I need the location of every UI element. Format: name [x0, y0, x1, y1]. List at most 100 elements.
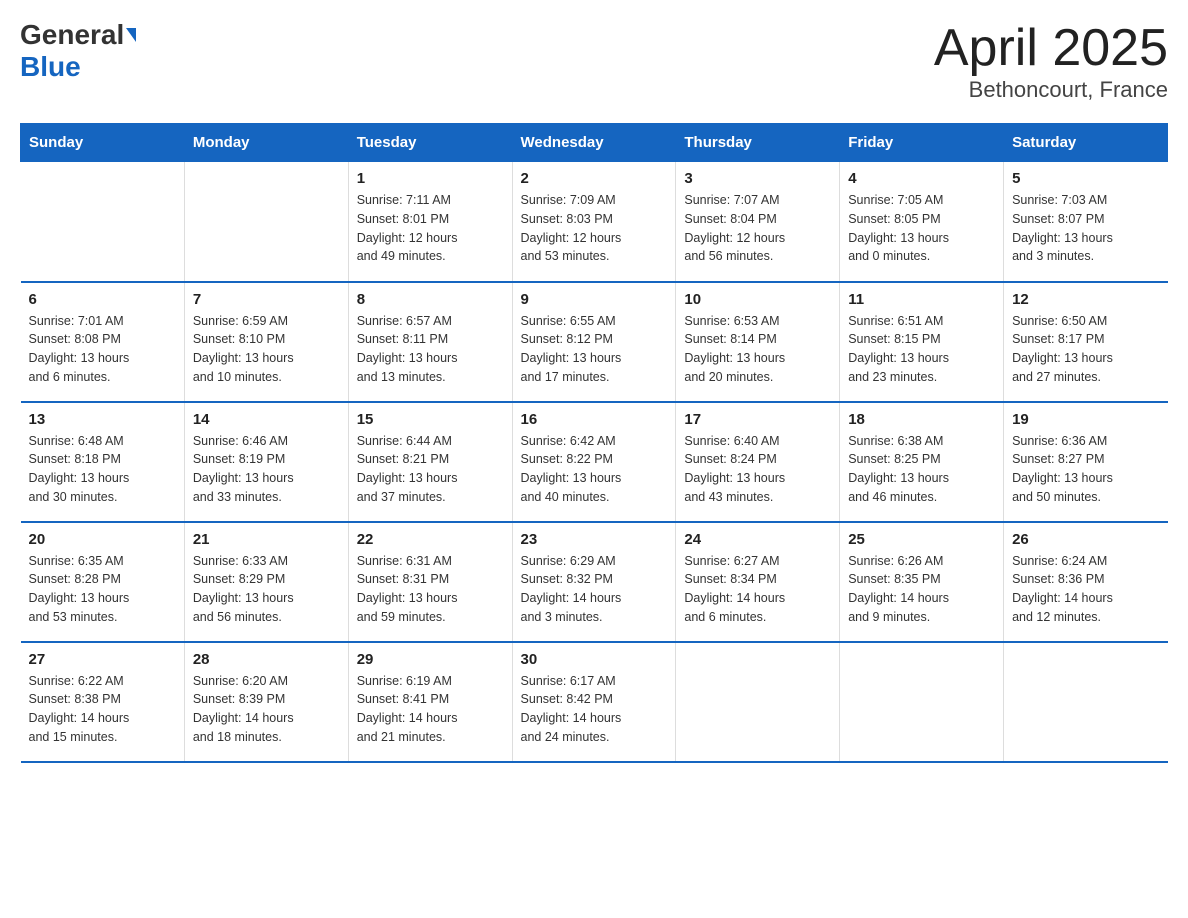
- day-info: Sunrise: 6:27 AM Sunset: 8:34 PM Dayligh…: [684, 552, 831, 627]
- day-number: 20: [29, 531, 176, 548]
- day-info: Sunrise: 6:24 AM Sunset: 8:36 PM Dayligh…: [1012, 552, 1159, 627]
- calendar-body: 1Sunrise: 7:11 AM Sunset: 8:01 PM Daylig…: [21, 162, 1168, 762]
- day-info: Sunrise: 6:42 AM Sunset: 8:22 PM Dayligh…: [521, 432, 668, 507]
- day-number: 10: [684, 291, 831, 308]
- day-info: Sunrise: 6:35 AM Sunset: 8:28 PM Dayligh…: [29, 552, 176, 627]
- day-number: 13: [29, 411, 176, 428]
- calendar-cell: 10 Sunrise: 6:53 AM Sunset: 8:14 PM Dayli…: [676, 282, 840, 402]
- calendar-cell: [21, 162, 185, 282]
- weekday-header-wednesday: Wednesday: [512, 124, 676, 162]
- calendar-cell: 30 Sunrise: 6:17 AM Sunset: 8:42 PM Dayli…: [512, 642, 676, 762]
- logo: General Blue: [20, 20, 136, 83]
- calendar-cell: 25 Sunrise: 6:26 AM Sunset: 8:35 PM Dayli…: [840, 522, 1004, 642]
- day-info: Sunrise: 6:31 AM Sunset: 8:31 PM Dayligh…: [357, 552, 504, 627]
- day-number: 4: [848, 170, 995, 187]
- day-info: Sunrise: 6:29 AM Sunset: 8:32 PM Dayligh…: [521, 552, 668, 627]
- weekday-header-saturday: Saturday: [1004, 124, 1168, 162]
- calendar-cell: 12 Sunrise: 6:50 AM Sunset: 8:17 PM Dayli…: [1004, 282, 1168, 402]
- day-number: 25: [848, 531, 995, 548]
- calendar-cell: 21Sunrise: 6:33 AM Sunset: 8:29 PM Dayli…: [184, 522, 348, 642]
- page-subtitle: Bethoncourt, France: [934, 77, 1168, 103]
- calendar-header: SundayMondayTuesdayWednesdayThursdayFrid…: [21, 124, 1168, 162]
- page-title: April 2025: [934, 20, 1168, 77]
- weekday-header-thursday: Thursday: [676, 124, 840, 162]
- calendar-cell: 4 Sunrise: 7:05 AM Sunset: 8:05 PM Daylig…: [840, 162, 1004, 282]
- day-info: Sunrise: 6:46 AM Sunset: 8:19 PM Dayligh…: [193, 432, 340, 507]
- day-info: Sunrise: 6:40 AM Sunset: 8:24 PM Dayligh…: [684, 432, 831, 507]
- calendar-cell: 1Sunrise: 7:11 AM Sunset: 8:01 PM Daylig…: [348, 162, 512, 282]
- day-number: 5: [1012, 170, 1159, 187]
- header-row: SundayMondayTuesdayWednesdayThursdayFrid…: [21, 124, 1168, 162]
- day-info: Sunrise: 6:51 AM Sunset: 8:15 PM Dayligh…: [848, 312, 995, 387]
- calendar-cell: 29Sunrise: 6:19 AM Sunset: 8:41 PM Dayli…: [348, 642, 512, 762]
- calendar-cell: 13 Sunrise: 6:48 AM Sunset: 8:18 PM Dayli…: [21, 402, 185, 522]
- day-number: 23: [521, 531, 668, 548]
- calendar-cell: 9Sunrise: 6:55 AM Sunset: 8:12 PM Daylig…: [512, 282, 676, 402]
- day-number: 24: [684, 531, 831, 548]
- calendar-cell: 23 Sunrise: 6:29 AM Sunset: 8:32 PM Dayli…: [512, 522, 676, 642]
- calendar-cell: 19 Sunrise: 6:36 AM Sunset: 8:27 PM Dayli…: [1004, 402, 1168, 522]
- day-number: 8: [357, 291, 504, 308]
- day-info: Sunrise: 6:50 AM Sunset: 8:17 PM Dayligh…: [1012, 312, 1159, 387]
- day-info: Sunrise: 6:53 AM Sunset: 8:14 PM Dayligh…: [684, 312, 831, 387]
- weekday-header-tuesday: Tuesday: [348, 124, 512, 162]
- weekday-header-monday: Monday: [184, 124, 348, 162]
- day-number: 7: [193, 291, 340, 308]
- logo-blue: Blue: [20, 51, 81, 82]
- day-number: 27: [29, 651, 176, 668]
- calendar-week-1: 1Sunrise: 7:11 AM Sunset: 8:01 PM Daylig…: [21, 162, 1168, 282]
- calendar-cell: 17Sunrise: 6:40 AM Sunset: 8:24 PM Dayli…: [676, 402, 840, 522]
- calendar-cell: [840, 642, 1004, 762]
- calendar-cell: 20 Sunrise: 6:35 AM Sunset: 8:28 PM Dayli…: [21, 522, 185, 642]
- day-number: 16: [521, 411, 668, 428]
- day-info: Sunrise: 7:05 AM Sunset: 8:05 PM Dayligh…: [848, 191, 995, 266]
- calendar-cell: 2 Sunrise: 7:09 AM Sunset: 8:03 PM Daylig…: [512, 162, 676, 282]
- day-info: Sunrise: 6:59 AM Sunset: 8:10 PM Dayligh…: [193, 312, 340, 387]
- day-info: Sunrise: 6:19 AM Sunset: 8:41 PM Dayligh…: [357, 672, 504, 747]
- calendar-cell: 26Sunrise: 6:24 AM Sunset: 8:36 PM Dayli…: [1004, 522, 1168, 642]
- calendar-cell: 24 Sunrise: 6:27 AM Sunset: 8:34 PM Dayli…: [676, 522, 840, 642]
- calendar-table: SundayMondayTuesdayWednesdayThursdayFrid…: [20, 123, 1168, 763]
- day-info: Sunrise: 7:09 AM Sunset: 8:03 PM Dayligh…: [521, 191, 668, 266]
- calendar-cell: 5 Sunrise: 7:03 AM Sunset: 8:07 PM Daylig…: [1004, 162, 1168, 282]
- calendar-cell: [184, 162, 348, 282]
- calendar-week-5: 27 Sunrise: 6:22 AM Sunset: 8:38 PM Dayli…: [21, 642, 1168, 762]
- calendar-week-2: 6Sunrise: 7:01 AM Sunset: 8:08 PM Daylig…: [21, 282, 1168, 402]
- calendar-cell: 14Sunrise: 6:46 AM Sunset: 8:19 PM Dayli…: [184, 402, 348, 522]
- weekday-header-sunday: Sunday: [21, 124, 185, 162]
- title-block: April 2025 Bethoncourt, France: [934, 20, 1168, 103]
- day-info: Sunrise: 6:26 AM Sunset: 8:35 PM Dayligh…: [848, 552, 995, 627]
- calendar-week-3: 13 Sunrise: 6:48 AM Sunset: 8:18 PM Dayli…: [21, 402, 1168, 522]
- day-number: 22: [357, 531, 504, 548]
- day-info: Sunrise: 6:36 AM Sunset: 8:27 PM Dayligh…: [1012, 432, 1159, 507]
- page-header: General Blue April 2025 Bethoncourt, Fra…: [20, 20, 1168, 103]
- calendar-cell: 16 Sunrise: 6:42 AM Sunset: 8:22 PM Dayli…: [512, 402, 676, 522]
- calendar-cell: 18 Sunrise: 6:38 AM Sunset: 8:25 PM Dayli…: [840, 402, 1004, 522]
- day-number: 18: [848, 411, 995, 428]
- calendar-cell: [676, 642, 840, 762]
- day-number: 3: [684, 170, 831, 187]
- calendar-week-4: 20 Sunrise: 6:35 AM Sunset: 8:28 PM Dayli…: [21, 522, 1168, 642]
- day-number: 9: [521, 291, 668, 308]
- day-number: 1: [357, 170, 504, 187]
- day-info: Sunrise: 6:22 AM Sunset: 8:38 PM Dayligh…: [29, 672, 176, 747]
- day-number: 2: [521, 170, 668, 187]
- calendar-cell: 22 Sunrise: 6:31 AM Sunset: 8:31 PM Dayli…: [348, 522, 512, 642]
- day-number: 19: [1012, 411, 1159, 428]
- day-info: Sunrise: 7:03 AM Sunset: 8:07 PM Dayligh…: [1012, 191, 1159, 266]
- day-info: Sunrise: 6:38 AM Sunset: 8:25 PM Dayligh…: [848, 432, 995, 507]
- day-number: 30: [521, 651, 668, 668]
- calendar-cell: 28 Sunrise: 6:20 AM Sunset: 8:39 PM Dayli…: [184, 642, 348, 762]
- calendar-cell: 27 Sunrise: 6:22 AM Sunset: 8:38 PM Dayli…: [21, 642, 185, 762]
- day-info: Sunrise: 6:48 AM Sunset: 8:18 PM Dayligh…: [29, 432, 176, 507]
- calendar-cell: 3Sunrise: 7:07 AM Sunset: 8:04 PM Daylig…: [676, 162, 840, 282]
- day-number: 12: [1012, 291, 1159, 308]
- day-info: Sunrise: 7:01 AM Sunset: 8:08 PM Dayligh…: [29, 312, 176, 387]
- day-info: Sunrise: 6:20 AM Sunset: 8:39 PM Dayligh…: [193, 672, 340, 747]
- day-number: 28: [193, 651, 340, 668]
- calendar-cell: 7 Sunrise: 6:59 AM Sunset: 8:10 PM Daylig…: [184, 282, 348, 402]
- day-info: Sunrise: 6:33 AM Sunset: 8:29 PM Dayligh…: [193, 552, 340, 627]
- day-info: Sunrise: 6:57 AM Sunset: 8:11 PM Dayligh…: [357, 312, 504, 387]
- day-info: Sunrise: 6:17 AM Sunset: 8:42 PM Dayligh…: [521, 672, 668, 747]
- day-number: 11: [848, 291, 995, 308]
